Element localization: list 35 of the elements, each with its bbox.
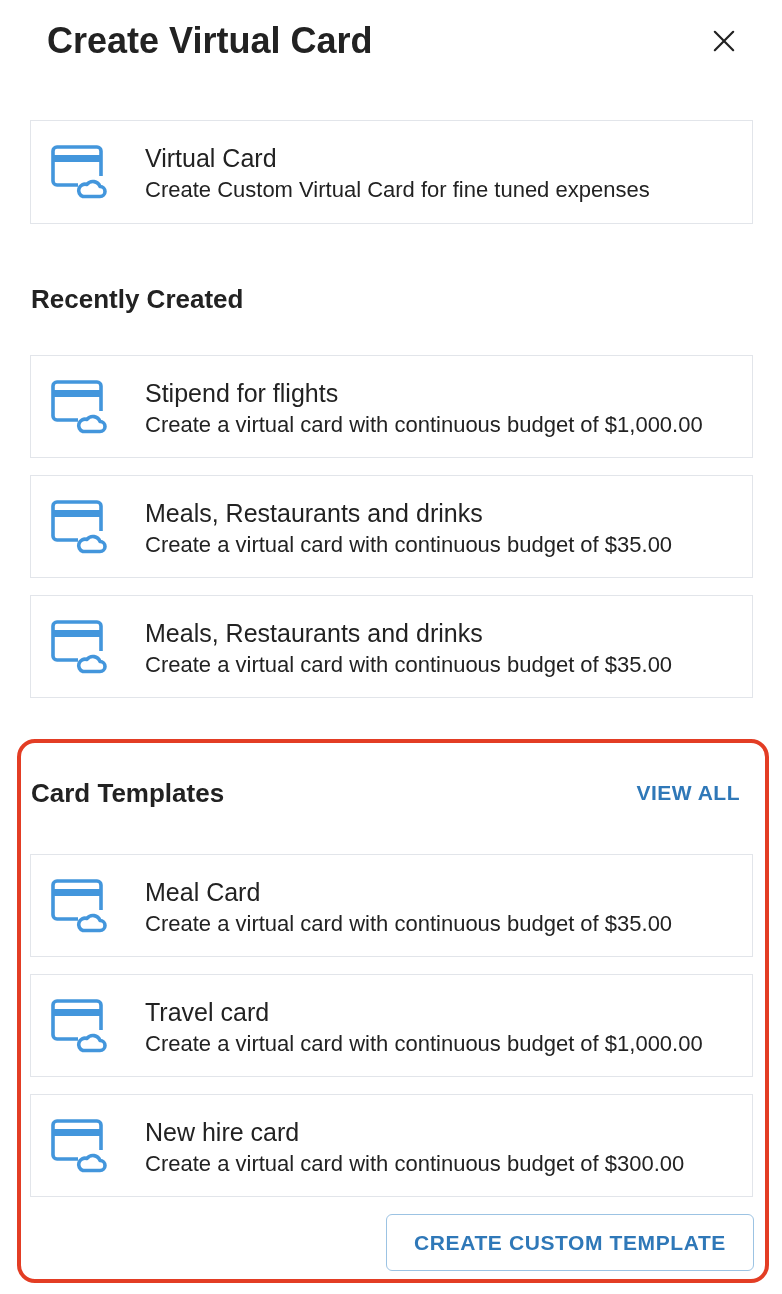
section-heading: Card Templates <box>31 777 225 810</box>
card-cloud-icon <box>51 998 107 1053</box>
card-cloud-icon <box>51 878 107 933</box>
close-icon <box>713 30 735 52</box>
option-description: Create a virtual card with continuous budget of $1,000.00 <box>145 1029 703 1058</box>
card-cloud-icon <box>51 499 107 554</box>
section-heading: Recently Created <box>31 283 244 316</box>
dialog-title: Create Virtual Card <box>47 19 373 63</box>
option-title: New hire card <box>145 1116 300 1148</box>
view-all-link[interactable]: VIEW ALL <box>636 781 740 805</box>
template-card-option[interactable]: Travel card Create a virtual card with continuous budget of $1,000.00 <box>30 974 753 1077</box>
option-title: Travel card <box>145 996 270 1028</box>
option-description: Create a virtual card with continuous budget of $35.00 <box>145 650 673 679</box>
option-description: Create a virtual card with continuous budget of $300.00 <box>145 1149 685 1178</box>
template-card-option[interactable]: New hire card Create a virtual card with continuous budget of $300.00 <box>30 1094 753 1197</box>
card-cloud-icon <box>51 145 107 199</box>
card-cloud-icon <box>51 619 107 674</box>
recent-card-option[interactable]: Meals, Restaurants and drinks Create a virtual card with continuous budget of $35.00 <box>30 595 753 698</box>
recent-card-option[interactable]: Stipend for flights Create a virtual card with continuous budget of $1,000.00 <box>30 355 753 458</box>
option-description: Create a virtual card with continuous budget of $35.00 <box>145 530 673 559</box>
close-button[interactable] <box>713 30 735 52</box>
option-description: Create a virtual card with continuous budget of $35.00 <box>145 909 673 938</box>
template-card-option[interactable]: Meal Card Create a virtual card with continuous budget of $35.00 <box>30 854 753 957</box>
option-title: Meals, Restaurants and drinks <box>145 497 483 529</box>
option-title: Meals, Restaurants and drinks <box>145 617 483 649</box>
option-description: Create a virtual card with continuous budget of $1,000.00 <box>145 410 703 439</box>
virtual-card-option[interactable]: Virtual Card Create Custom Virtual Card for fine tuned expenses <box>30 120 753 224</box>
card-cloud-icon <box>51 379 107 434</box>
create-template-button[interactable]: CREATE CUSTOM TEMPLATE <box>386 1214 754 1271</box>
option-title: Virtual Card <box>145 143 277 174</box>
option-description: Create Custom Virtual Card for fine tuned expenses <box>145 176 650 204</box>
option-title: Stipend for flights <box>145 377 339 409</box>
card-cloud-icon <box>51 1118 107 1173</box>
option-title: Meal Card <box>145 876 261 908</box>
recent-card-option[interactable]: Meals, Restaurants and drinks Create a virtual card with continuous budget of $35.00 <box>30 475 753 578</box>
